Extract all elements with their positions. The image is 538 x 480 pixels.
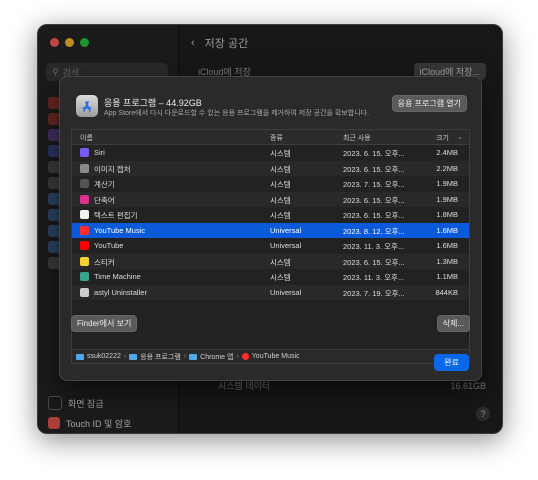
app-name-cell: YouTube Music: [94, 225, 146, 235]
app-kind-cell: 시스템: [270, 211, 291, 220]
app-kind-cell: 시스템: [270, 195, 291, 205]
column-date[interactable]: 최근 사용: [343, 133, 371, 143]
table-row[interactable]: Time Machine 시스템 2023. 11. 3. 오후... 1.1MB: [72, 269, 469, 285]
app-kind-cell: 시스템: [270, 257, 291, 267]
app-size-cell: 1.3MB: [436, 256, 458, 266]
app-kind-cell: Universal: [270, 241, 302, 250]
app-store-icon: [76, 95, 98, 117]
app-name-cell: 단축어: [94, 195, 115, 205]
sheet-subtitle: App Store에서 다시 다운로드할 수 있는 응용 프로그램을 제거하여 …: [104, 110, 370, 117]
table-row[interactable]: astyl Uninstaller Universal 2023. 7. 19. 오…: [72, 284, 469, 300]
app-size-cell: 1.8MB: [436, 210, 458, 219]
app-date-cell: 2023. 11. 3. 오후...: [343, 273, 405, 282]
youtube-icon: [80, 241, 89, 250]
applications-sheet: 응용 프로그램 – 44.92GB App Store에서 다시 다운로드할 수…: [59, 76, 482, 381]
column-name[interactable]: 이름: [80, 133, 93, 143]
sheet-header: 응용 프로그램 – 44.92GB App Store에서 다시 다운로드할 수…: [76, 95, 467, 121]
done-button[interactable]: 완료: [434, 354, 469, 371]
folder-icon: [129, 353, 138, 360]
calculator-icon: [80, 179, 89, 188]
stickies-icon: [80, 256, 89, 266]
app-date-cell: 2023. 6. 15. 오후...: [343, 195, 405, 205]
app-date-cell: 2023. 8. 12. 오후...: [343, 226, 405, 236]
youtube-music-icon: [80, 225, 89, 235]
app-name-cell: 이미지 캡처: [94, 164, 131, 174]
path-separator-icon: ›: [236, 353, 239, 360]
table-row[interactable]: 이미지 캡처 시스템 2023. 6. 15. 오후... 2.2MB: [72, 160, 469, 176]
open-applications-button[interactable]: 응용 프로그램 열기: [391, 95, 467, 112]
column-kind[interactable]: 종류: [270, 133, 283, 143]
shortcuts-icon: [80, 194, 89, 204]
path-item[interactable]: YouTube Music: [252, 353, 300, 360]
app-kind-cell: Universal: [270, 225, 302, 235]
table-row[interactable]: YouTube Universal 2023. 11. 3. 오후... 1.6MB: [72, 238, 469, 254]
sort-chevron-icon: ⌄: [457, 134, 463, 141]
app-kind-cell: 시스템: [270, 164, 291, 174]
app-kind-cell: 시스템: [270, 273, 291, 282]
youtube-music-icon: [241, 353, 249, 360]
textedit-icon: [80, 210, 89, 219]
app-size-cell: 2.4MB: [436, 148, 458, 157]
app-name-cell: YouTube: [94, 241, 124, 250]
app-size-cell: 1.9MB: [436, 179, 458, 188]
siri-icon: [80, 148, 89, 157]
app-date-cell: 2023. 6. 15. 오후...: [343, 149, 405, 158]
app-size-cell: 844KB: [435, 287, 458, 297]
table-header: 이름 종류 최근 사용 크기 ⌄: [72, 130, 469, 145]
table-row[interactable]: 계산기 시스템 2023. 7. 15. 오후... 1.9MB: [72, 176, 469, 192]
app-size-cell: 1.9MB: [436, 194, 458, 204]
delete-button[interactable]: 삭제...: [436, 315, 470, 332]
path-item[interactable]: 응용 프로그램: [140, 352, 181, 362]
path-item[interactable]: ssuk02222: [87, 353, 121, 360]
image-capture-icon: [80, 163, 89, 173]
table-row[interactable]: YouTube Music Universal 2023. 8. 12. 오후...…: [72, 222, 469, 238]
table-rows: Siri 시스템 2023. 6. 15. 오후... 2.4MB 이미지 캡처 시스템 2…: [72, 145, 469, 300]
uninstaller-icon: [80, 287, 89, 297]
app-date-cell: 2023. 7. 19. 오후...: [343, 288, 405, 298]
app-name-cell: Time Machine: [94, 272, 141, 281]
app-kind-cell: 시스템: [270, 149, 291, 158]
app-name-cell: 텍스트 편집기: [94, 211, 138, 220]
app-size-cell: 1.6MB: [436, 225, 458, 235]
app-date-cell: 2023. 6. 15. 오후...: [343, 257, 405, 267]
app-size-cell: 1.6MB: [436, 241, 458, 250]
path-item[interactable]: Chrome 앱: [200, 352, 233, 362]
table-row[interactable]: 스티커 시스템 2023. 6. 15. 오후... 1.3MB: [72, 253, 469, 269]
path-bar: ssuk02222 › 응용 프로그램 › Chrome 앱 › YouTube…: [72, 349, 469, 363]
app-date-cell: 2023. 6. 15. 오후...: [343, 164, 405, 174]
time-machine-icon: [80, 272, 89, 281]
column-size[interactable]: 크기: [436, 133, 449, 143]
app-date-cell: 2023. 11. 3. 오후...: [343, 242, 405, 251]
app-size-cell: 1.1MB: [436, 272, 458, 281]
app-name-cell: 스티커: [94, 257, 115, 267]
table-row[interactable]: Siri 시스템 2023. 6. 15. 오후... 2.4MB: [72, 145, 469, 161]
app-kind-cell: 시스템: [270, 180, 291, 189]
app-date-cell: 2023. 6. 15. 오후...: [343, 211, 405, 220]
app-name-cell: 계산기: [94, 180, 115, 189]
app-date-cell: 2023. 7. 15. 오후...: [343, 180, 405, 189]
app-name-cell: astyl Uninstaller: [94, 287, 147, 297]
folder-icon: [189, 353, 198, 360]
path-separator-icon: ›: [183, 353, 187, 360]
app-name-cell: Siri: [94, 148, 105, 157]
path-separator-icon: ›: [123, 353, 127, 360]
show-in-finder-button[interactable]: Finder에서 보기: [71, 315, 138, 332]
app-size-cell: 2.2MB: [436, 163, 458, 173]
folder-icon: [76, 353, 84, 360]
table-row[interactable]: 텍스트 편집기 시스템 2023. 6. 15. 오후... 1.8MB: [72, 207, 469, 223]
app-kind-cell: Universal: [270, 287, 302, 297]
table-row[interactable]: 단축어 시스템 2023. 6. 15. 오후... 1.9MB: [72, 191, 469, 207]
